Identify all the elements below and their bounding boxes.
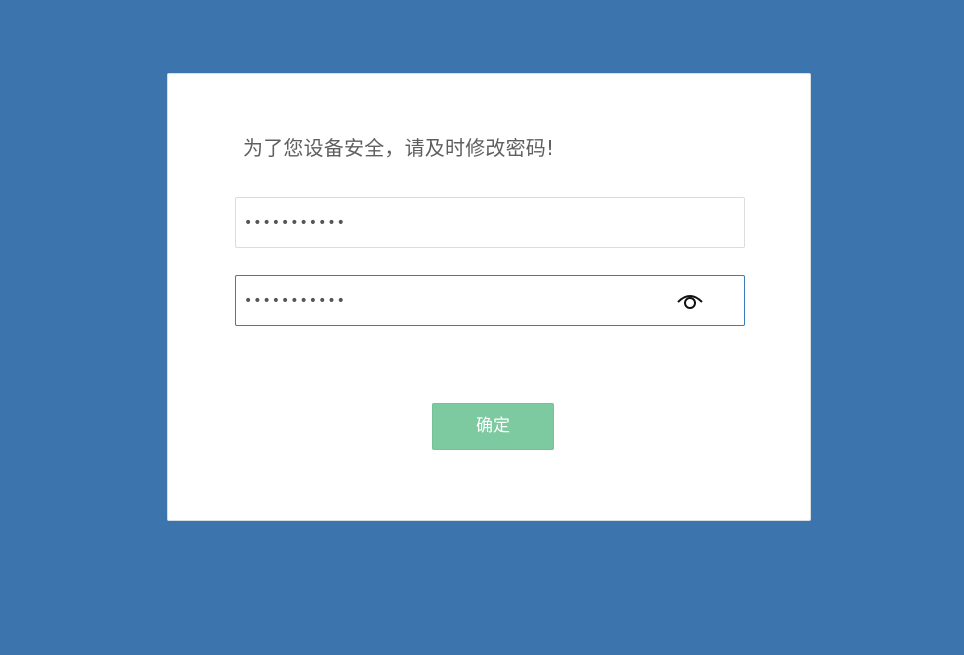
security-notice: 为了您设备安全，请及时修改密码! bbox=[243, 136, 555, 160]
new-password-field-container bbox=[235, 197, 745, 248]
confirm-password-input[interactable] bbox=[236, 276, 744, 325]
confirm-password-field-container bbox=[235, 275, 745, 326]
new-password-input[interactable] bbox=[236, 198, 744, 247]
confirm-button[interactable]: 确定 bbox=[432, 403, 554, 450]
eye-icon[interactable] bbox=[676, 289, 704, 313]
change-password-dialog: 为了您设备安全，请及时修改密码! 确定 bbox=[167, 73, 811, 521]
